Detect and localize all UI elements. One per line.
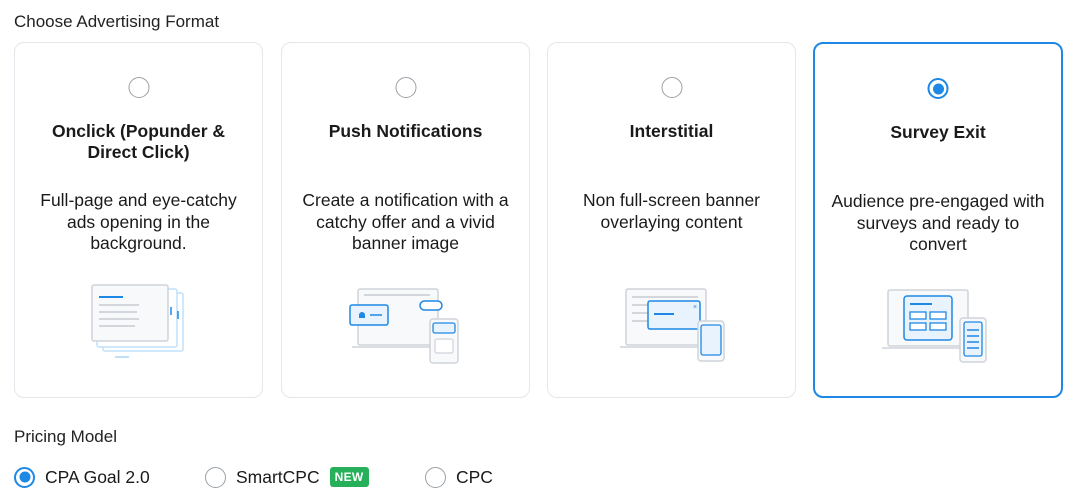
pricing-option-cpc[interactable]: CPC — [425, 464, 493, 490]
format-cards: Onclick (Popunder & Direct Click) Full-p… — [14, 42, 1064, 398]
format-card-title: Push Notifications — [328, 121, 483, 141]
format-radio-survey-exit[interactable] — [927, 78, 949, 99]
survey-exit-illustration-icon — [882, 289, 987, 363]
advertising-format-heading: Choose Advertising Format — [14, 12, 220, 31]
pricing-radio-cpa-goal[interactable] — [14, 466, 35, 488]
format-card-description: Create a notification with a catchy offe… — [302, 190, 509, 253]
format-card-title: Interstitial — [629, 121, 714, 141]
format-card-survey-exit[interactable]: Survey Exit Audience pre-engaged with su… — [813, 42, 1063, 398]
new-badge: NEW — [329, 467, 369, 487]
format-card-title: Onclick (Popunder & Direct Click) — [51, 121, 226, 162]
format-card-description: Non full-screen banner overlaying conten… — [582, 190, 761, 232]
format-card-description: Full-page and eye-catchy ads opening in … — [40, 190, 237, 253]
pricing-radio-cpc[interactable] — [425, 466, 446, 488]
format-card-push-notifications[interactable]: Push Notifications Create a notification… — [281, 42, 530, 398]
push-notification-illustration-icon — [348, 288, 459, 364]
pricing-option-cpa-goal[interactable]: CPA Goal 2.0 — [14, 464, 150, 490]
format-card-onclick[interactable]: Onclick (Popunder & Direct Click) Full-p… — [14, 42, 263, 398]
format-radio-onclick[interactable] — [128, 77, 149, 98]
format-card-interstitial[interactable]: Interstitial Non full-screen banner over… — [547, 42, 796, 398]
pricing-options: CPA Goal 2.0 SmartCPC NEW CPC — [14, 464, 614, 490]
format-radio-push-notifications[interactable] — [395, 77, 416, 98]
format-card-description: Audience pre-engaged with surveys and re… — [831, 191, 1045, 254]
pricing-option-label: CPC — [456, 466, 493, 487]
format-radio-interstitial[interactable] — [661, 77, 682, 98]
pricing-option-label: SmartCPC — [236, 466, 320, 487]
format-card-title: Survey Exit — [890, 122, 986, 142]
pricing-radio-smartcpc[interactable] — [205, 466, 226, 488]
popunder-illustration-icon — [90, 284, 184, 358]
interstitial-illustration-icon: × — [619, 288, 725, 362]
pricing-model-heading: Pricing Model — [14, 427, 117, 446]
pricing-option-label: CPA Goal 2.0 — [45, 466, 150, 487]
svg-text:×: × — [693, 304, 697, 311]
pricing-option-smartcpc[interactable]: SmartCPC NEW — [205, 464, 369, 490]
